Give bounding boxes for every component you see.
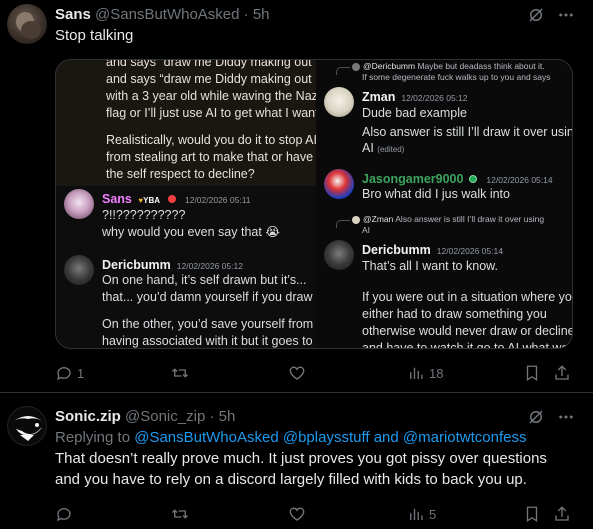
role-badge: ♥YBA [138, 196, 161, 205]
reply-icon [56, 508, 71, 522]
mention-link[interactable]: @mariotwtconfess [403, 429, 527, 446]
message-line: having associated with it but it goes to [102, 334, 313, 348]
tweet-header: Sonic.zip @Sonic_zip · 5h [55, 408, 235, 426]
sans-discord-avatar [64, 189, 94, 219]
status-icon [167, 195, 176, 203]
reply-preview: If some degenerate fuck walks up to you … [362, 72, 551, 82]
dericbumm-discord-avatar [324, 240, 354, 270]
bookmark-icon [526, 365, 538, 382]
message-line: On the other, you’d save yourself from [102, 317, 314, 331]
message-line: AI (edited) [362, 141, 405, 155]
message-line: Bro what did I jus walk into [362, 187, 510, 201]
reply-preview: @Zman Also answer is still I’ll draw it … [352, 214, 544, 225]
retweet-button[interactable] [171, 363, 193, 383]
reply-button[interactable] [55, 504, 77, 524]
separator-dot: · [243, 6, 249, 23]
timestamp[interactable]: 5h [253, 6, 270, 23]
reply-count: 1 [77, 365, 85, 381]
heart-icon [289, 507, 305, 521]
separator-dot: · [209, 408, 215, 425]
jasongamer-discord-avatar [324, 169, 354, 199]
dericbumm-discord-avatar [64, 255, 94, 285]
mention-link[interactable]: and [374, 429, 399, 446]
tweet-header: Sans @SansButWhoAsked · 5h [55, 6, 270, 24]
discord-username: Dericbumm 12/02/2026 05:14 [362, 243, 503, 257]
mention-link[interactable]: @bplaysstuff [283, 429, 370, 446]
views-count: 18 [429, 365, 444, 381]
views-button[interactable]: 18 [407, 363, 443, 383]
sonic-avatar[interactable] [7, 406, 47, 446]
author-name[interactable]: Sonic.zip [55, 408, 121, 425]
author-handle[interactable]: @Sonic_zip [125, 408, 205, 425]
status-icon [468, 175, 477, 183]
reply-connector [336, 67, 350, 75]
tweet-text: That doesn’t really prove much. It just … [55, 450, 547, 467]
share-button[interactable] [553, 504, 571, 524]
tweet-sans[interactable]: Sans @SansButWhoAsked · 5h Stop talking … [0, 0, 593, 392]
message-line: and says “draw me Diddy making out [106, 72, 312, 86]
message-line: Dude bad example [362, 106, 467, 120]
tweet-text: and you have to rely on a discord largel… [55, 471, 527, 488]
discord-panel-right: @Dericbumm Maybe but deadass think about… [316, 60, 573, 349]
bookmark-icon [526, 506, 538, 523]
message-line: Realistically, would you do it to stop A… [106, 133, 316, 147]
more-options-icon[interactable] [557, 408, 575, 426]
tweet-actions: 1 18 [55, 363, 575, 383]
tweet-text: Stop talking [55, 27, 134, 44]
views-count: 5 [429, 506, 437, 522]
message-line: and have to watch it go to AI what would [362, 341, 573, 349]
more-options-icon[interactable] [557, 6, 575, 24]
like-button[interactable] [288, 504, 310, 524]
message-line: with a 3 year old while waving the Nazi [106, 89, 316, 103]
retweet-button[interactable] [171, 504, 193, 524]
embedded-image[interactable]: and says “draw me Diddy making out and s… [55, 59, 573, 349]
message-line: That’s all I want to know. [362, 259, 498, 273]
discord-username: Zman 12/02/2026 05:12 [362, 90, 468, 104]
reply-preview: AI [362, 225, 371, 235]
message-line: that... you’d damn yourself if you draw … [102, 290, 316, 304]
message-line: On one hand, it’s self drawn but it’s... [102, 273, 307, 287]
reply-connector [336, 220, 350, 228]
avatar-photo-icon [16, 12, 41, 39]
share-button[interactable] [553, 363, 571, 383]
reply-button[interactable]: 1 [55, 363, 84, 383]
message-line: otherwise would never draw or decline [362, 324, 573, 338]
bookmark-button[interactable] [523, 363, 541, 383]
views-icon [410, 367, 423, 379]
grok-icon[interactable] [527, 408, 545, 426]
share-icon [555, 365, 569, 380]
tweet-sonic[interactable]: Sonic.zip @Sonic_zip · 5h Replying to @S… [0, 393, 593, 529]
views-button[interactable]: 5 [407, 504, 436, 524]
zman-discord-avatar [324, 87, 354, 117]
author-handle[interactable]: @SansButWhoAsked [95, 6, 239, 23]
discord-panel-left: and says “draw me Diddy making out and s… [56, 60, 316, 348]
message-line: ?!!?????????? [102, 208, 186, 222]
like-button[interactable] [288, 363, 310, 383]
crying-emoji-icon: 😭 [265, 225, 280, 239]
message-line: why would you even say that 😭 [102, 225, 280, 239]
mention-link[interactable]: @SansButWhoAsked [134, 429, 278, 446]
heart-icon [289, 366, 305, 380]
message-line: flag or I’ll just use AI to get what I w… [106, 106, 316, 120]
grok-icon[interactable] [527, 6, 545, 24]
message-line: from stealing art to make that or have [106, 150, 314, 164]
reply-preview: @Dericbumm Maybe but deadass think about… [352, 61, 545, 72]
message-line: the self respect to decline? [106, 167, 255, 181]
views-icon [410, 508, 423, 520]
sans-avatar[interactable] [7, 4, 47, 44]
tweet-actions: 5 [55, 504, 575, 524]
reply-icon [56, 367, 71, 381]
avatar-logo-icon [14, 416, 42, 441]
timestamp[interactable]: 5h [219, 408, 236, 425]
message-line: either had to draw something you [362, 307, 547, 321]
author-name[interactable]: Sans [55, 6, 91, 23]
retweet-icon [172, 368, 188, 378]
replying-to: Replying to @SansButWhoAsked @bplaysstuf… [55, 429, 527, 446]
bookmark-button[interactable] [523, 504, 541, 524]
message-line: Also answer is still I’ll draw it over u… [362, 125, 573, 139]
retweet-icon [172, 509, 188, 519]
message-line: and says “draw me Diddy making out [106, 60, 312, 69]
message-line: If you were out in a situation where you [362, 290, 573, 304]
share-icon [555, 506, 569, 521]
